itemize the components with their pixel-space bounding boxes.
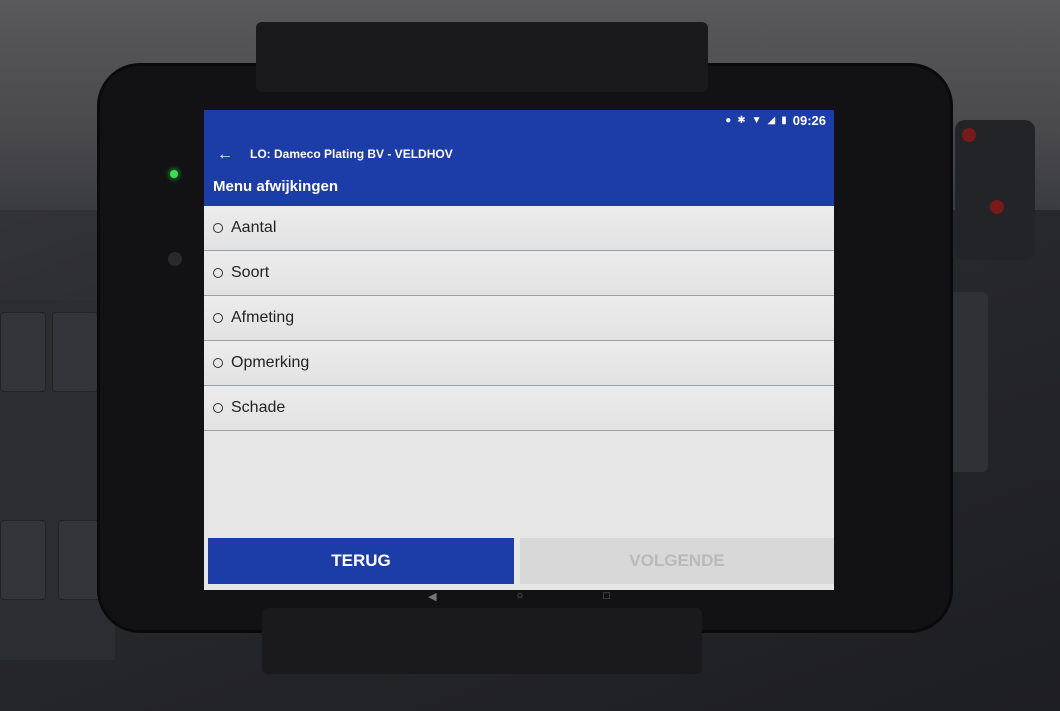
indicator-light bbox=[962, 128, 976, 142]
list-item-opmerking[interactable]: Opmerking bbox=[204, 341, 834, 386]
radio-icon[interactable] bbox=[213, 358, 223, 368]
dashboard-button bbox=[52, 312, 98, 392]
nav-recents-icon[interactable]: □ bbox=[603, 590, 610, 606]
next-button[interactable]: VOLGENDE bbox=[520, 538, 834, 584]
list-item-label: Schade bbox=[231, 399, 286, 416]
bluetooth-icon: ✱ bbox=[737, 114, 746, 126]
list-item-soort[interactable]: Soort bbox=[204, 251, 834, 296]
tablet-screen: ● ✱ ▼ ◢ ▮ 09:26 ← LO: Dameco Plating BV … bbox=[204, 110, 834, 590]
app-title: LO: Dameco Plating BV - VELDHOV bbox=[250, 147, 453, 161]
radio-icon[interactable] bbox=[213, 223, 223, 233]
battery-icon: ▮ bbox=[781, 114, 787, 126]
list-item-aantal[interactable]: Aantal bbox=[204, 206, 834, 251]
list-item-label: Opmerking bbox=[231, 354, 310, 371]
wifi-icon: ▼ bbox=[751, 114, 762, 126]
status-bar: ● ✱ ▼ ◢ ▮ 09:26 bbox=[204, 110, 834, 130]
dashboard-button bbox=[0, 312, 46, 392]
radio-icon[interactable] bbox=[213, 313, 223, 323]
list-item-label: Afmeting bbox=[231, 309, 295, 326]
holder-side bbox=[948, 292, 988, 472]
holder-clip-top bbox=[256, 22, 708, 92]
back-arrow-icon[interactable]: ← bbox=[214, 144, 236, 166]
list-item-label: Soort bbox=[231, 264, 270, 281]
clock: 09:26 bbox=[792, 112, 826, 128]
radio-icon[interactable] bbox=[213, 268, 223, 278]
dashboard-button bbox=[58, 520, 104, 600]
status-led bbox=[170, 170, 178, 178]
list-item-afmeting[interactable]: Afmeting bbox=[204, 296, 834, 341]
location-icon: ● bbox=[725, 114, 732, 126]
bottom-action-bar: TERUG VOLGENDE bbox=[208, 538, 834, 584]
dashboard-button bbox=[0, 520, 46, 600]
holder-clip-bottom bbox=[262, 608, 702, 674]
radio-icon[interactable] bbox=[213, 403, 223, 413]
camera bbox=[168, 252, 182, 266]
list-item-schade[interactable]: Schade bbox=[204, 386, 834, 431]
indicator-light bbox=[990, 200, 1004, 214]
page-title: Menu afwijkingen bbox=[213, 178, 339, 195]
nav-home-icon[interactable]: ○ bbox=[517, 590, 524, 606]
app-bar: ← LO: Dameco Plating BV - VELDHOV Menu a… bbox=[204, 130, 834, 206]
android-nav-bar: ◀ ○ □ bbox=[204, 590, 834, 606]
nav-back-icon[interactable]: ◀ bbox=[428, 590, 436, 606]
options-list: Aantal Soort Afmeting Opmerking Schade bbox=[204, 206, 834, 431]
signal-icon: ◢ bbox=[767, 114, 776, 126]
list-item-label: Aantal bbox=[231, 219, 277, 236]
back-button[interactable]: TERUG bbox=[208, 538, 514, 584]
